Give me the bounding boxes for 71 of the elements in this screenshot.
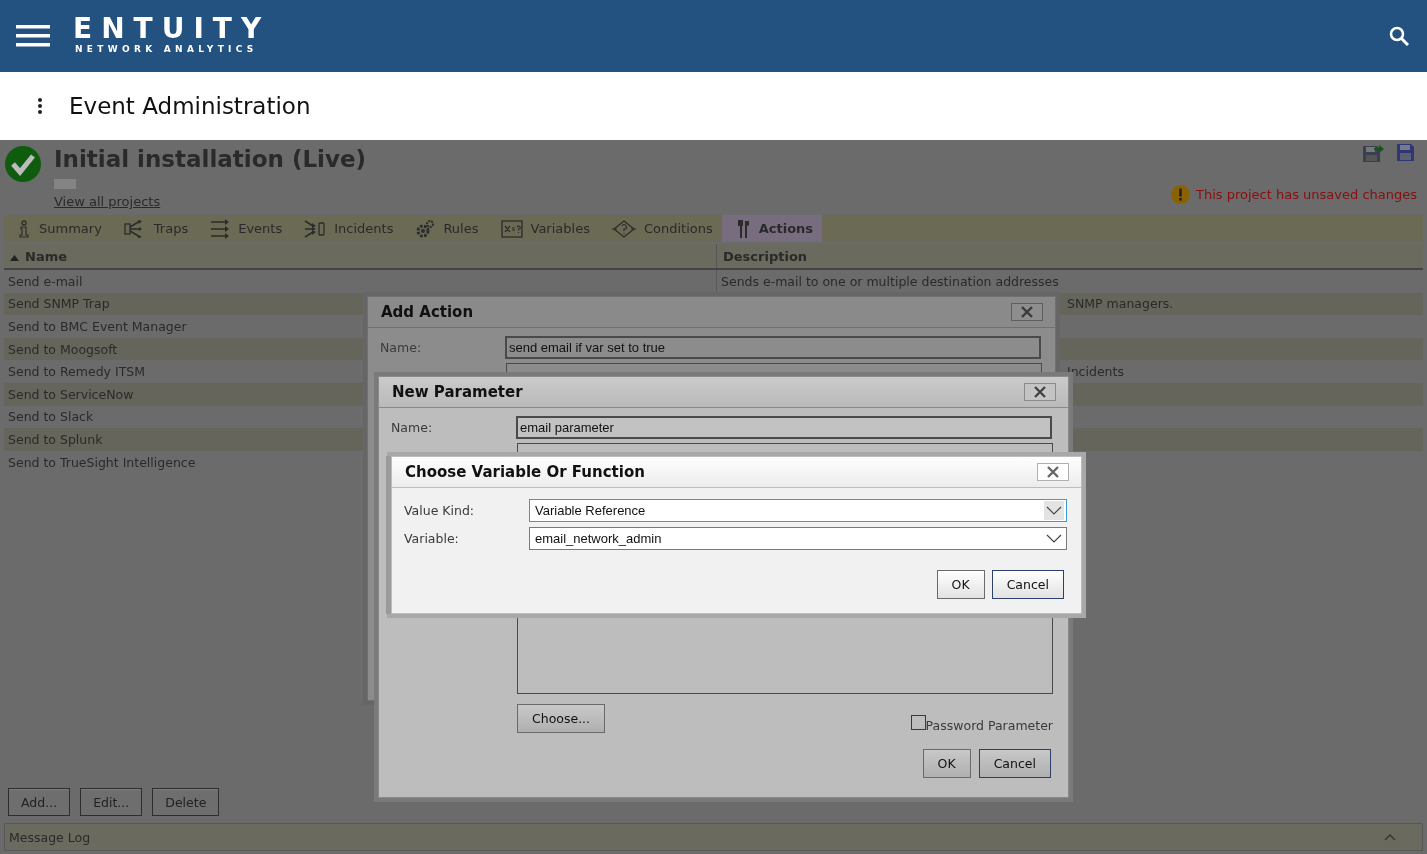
close-button[interactable]: [1011, 303, 1043, 321]
tab[interactable]: Events: [197, 215, 292, 242]
field-label: Variable:: [404, 531, 460, 546]
dialog-title: Choose Variable Or Function: [405, 463, 645, 481]
logo-tagline: NETWORK ANALYTICS: [75, 43, 259, 55]
action-button[interactable]: Add...: [8, 788, 71, 816]
field-label: Name:: [380, 340, 423, 355]
name-field[interactable]: email parameter: [516, 416, 1052, 439]
tab[interactable]: Rules: [402, 215, 488, 242]
table-cell: Send to ServiceNow: [8, 386, 134, 402]
tab[interactable]: Summary: [4, 215, 111, 242]
dialog-title: Add Action: [381, 303, 474, 321]
table-cell: Send to BMC Event Manager: [8, 319, 187, 334]
events-icon: [210, 218, 231, 239]
sort-icon: [10, 254, 19, 261]
tab[interactable]: Traps: [110, 215, 198, 242]
search-icon[interactable]: [1389, 26, 1409, 46]
chevron-icon: [1044, 501, 1064, 520]
dropdown[interactable]: email_network_admin: [529, 527, 1067, 550]
variables-icon: [500, 219, 523, 238]
action-button[interactable]: Delete: [152, 788, 220, 816]
close-button[interactable]: [1037, 463, 1069, 481]
choose-button[interactable]: Choose...: [517, 704, 606, 733]
field-label: Value Kind:: [404, 503, 476, 518]
tab[interactable]: Actions: [721, 215, 823, 242]
menu-icon[interactable]: [16, 24, 50, 48]
dialog-button[interactable]: Cancel: [991, 570, 1064, 599]
rules-icon: [415, 218, 436, 239]
name-field[interactable]: send email if var set to true: [505, 336, 1041, 359]
message-log-label: Message Log: [9, 829, 91, 845]
warning-icon: [1171, 185, 1191, 204]
action-button[interactable]: Edit...: [80, 788, 143, 816]
tab[interactable]: Conditions: [598, 215, 722, 242]
table-cell: Send e-mail: [8, 273, 83, 289]
dialog-button[interactable]: OK: [936, 570, 985, 599]
table-cell: Send to Moogsoft: [8, 341, 118, 357]
table-cell: Send SNMP Trap: [8, 296, 110, 312]
save-icon[interactable]: [1396, 143, 1415, 162]
table-cell: Send to Remedy ITSM: [8, 364, 145, 380]
logo: ENTUITY: [73, 13, 271, 44]
view-projects-link[interactable]: View all projects: [54, 194, 367, 209]
blank-tag: [54, 179, 76, 189]
table-cell: Send to Splunk: [8, 431, 103, 447]
more-icon[interactable]: [37, 97, 43, 115]
dialog-title: New Parameter: [392, 383, 523, 401]
incidents-icon: [304, 218, 327, 239]
tab[interactable]: Variables: [487, 215, 599, 242]
table-cell: Sends e-mail to one or multiple destination addresses: [721, 273, 1059, 289]
table-cell: SNMP managers.: [1067, 296, 1174, 312]
checkbox-label: Password Parameter: [925, 718, 1053, 733]
success-icon: [4, 145, 42, 183]
unsaved-warning: This project has unsaved changes: [1196, 187, 1417, 202]
tab[interactable]: Incidents: [291, 215, 403, 242]
message-log-bar[interactable]: Message Log: [4, 823, 1423, 851]
close-icon: [1034, 386, 1046, 398]
field-label: Name:: [391, 420, 434, 435]
column-header[interactable]: Description: [716, 244, 1423, 269]
dropdown[interactable]: Variable Reference: [529, 499, 1067, 522]
checkbox[interactable]: [910, 715, 926, 730]
conditions-icon: [611, 219, 636, 238]
table-cell: Send to TrueSight Intelligence: [8, 454, 196, 470]
column-header[interactable]: Name: [4, 244, 717, 269]
close-icon: [1021, 306, 1033, 318]
dialog-button[interactable]: Cancel: [978, 749, 1051, 778]
info-icon: [17, 219, 31, 238]
close-icon: [1047, 466, 1059, 478]
dialog-button[interactable]: OK: [922, 749, 971, 778]
page-title: Event Administration: [69, 93, 311, 119]
close-button[interactable]: [1024, 383, 1056, 401]
project-title: Initial installation (Live): [54, 145, 367, 174]
table-cell: Send to Slack: [8, 409, 94, 425]
